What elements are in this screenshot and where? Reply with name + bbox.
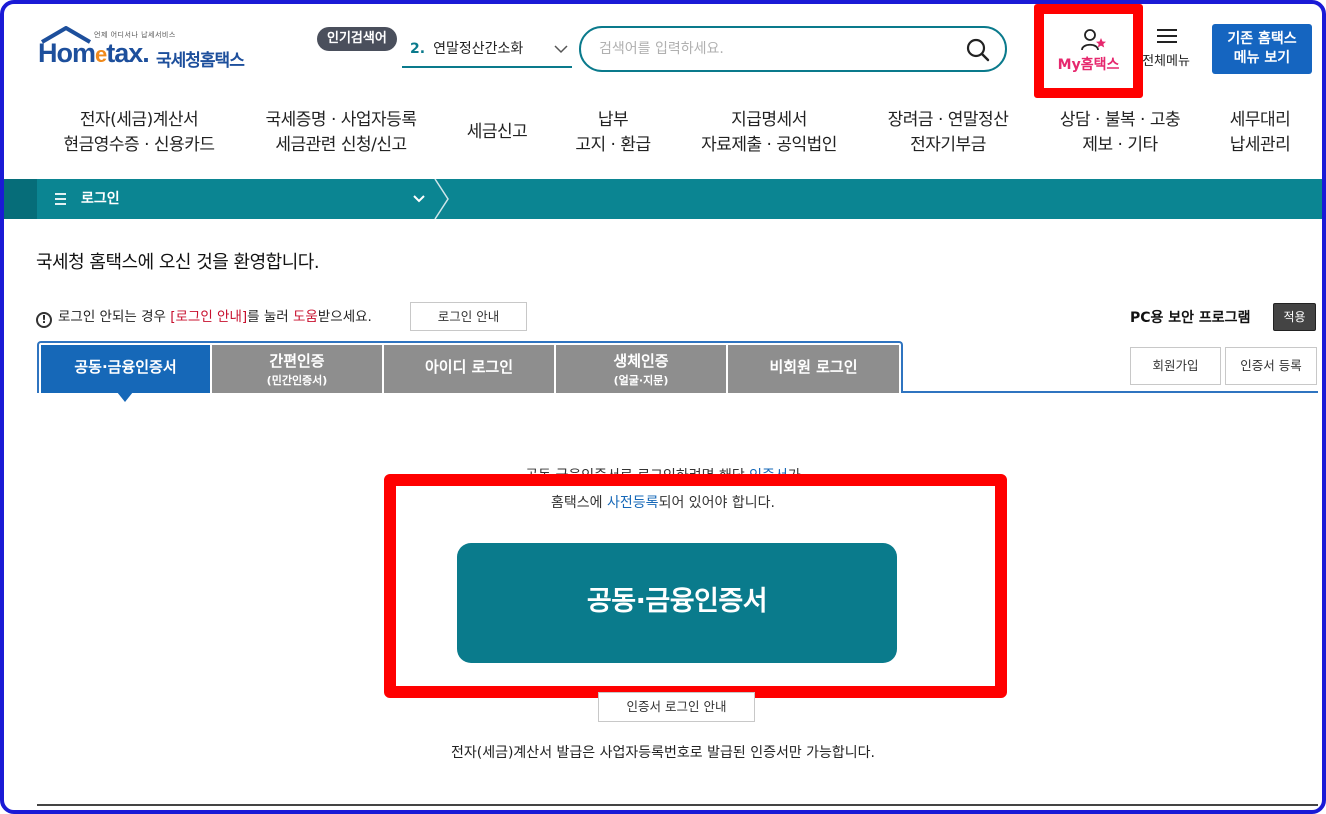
all-menu-button[interactable]: 전체메뉴	[1135, 28, 1197, 74]
tab-label: 아이디 로그인	[424, 358, 514, 376]
tab-biometric[interactable]: 생체인증 (얼굴·지문)	[556, 345, 726, 393]
nav-label: 세무대리	[1229, 110, 1291, 130]
nav-label: 자료제출 · 공익법인	[701, 135, 837, 155]
tab-simple-auth[interactable]: 간편인증 (민간인증서)	[212, 345, 382, 393]
old-menu-line1: 기존 홈택스	[1227, 31, 1297, 47]
my-hometax-label: My홈택스	[1057, 57, 1120, 73]
pc-security-label: PC용 보안 프로그램	[1130, 310, 1251, 326]
notice-text: 받으세요.	[317, 309, 372, 325]
nav-label: 장려금 · 연말정산	[887, 110, 1009, 130]
nav-consultation[interactable]: 상담 · 불복 · 고충 제보 · 기타	[1052, 108, 1188, 158]
tab-id-login[interactable]: 아이디 로그인	[384, 345, 554, 393]
search-icon[interactable]	[965, 37, 991, 63]
hometax-logo[interactable]: 언제 어디서나 납세서비스 Hometax. 국세청홈택스	[38, 24, 258, 74]
tab-guest-login[interactable]: 비회원 로그인	[728, 345, 899, 393]
tab-sublabel: (얼굴·지문)	[613, 374, 669, 387]
main-navigation: 전자(세금)계산서 현금영수증 · 신용카드 국세증명 · 사업자등록 세금관련…	[0, 108, 1326, 160]
notice-text: 로그인 안되는 경우	[58, 309, 171, 325]
hamburger-icon	[1157, 29, 1177, 43]
nav-payment-statements[interactable]: 지급명세서 자료제출 · 공익법인	[694, 108, 844, 158]
popular-term: 연말정산간소화	[433, 41, 524, 57]
nav-payment[interactable]: 납부 고지 · 환급	[568, 108, 658, 158]
tab-label: 간편인증	[269, 352, 325, 370]
tab-sublabel: (민간인증서)	[266, 374, 328, 387]
breadcrumb-dropdown[interactable]: 로그인	[41, 179, 437, 219]
all-menu-label: 전체메뉴	[1142, 54, 1190, 69]
chevron-down-icon	[554, 34, 568, 76]
bottom-divider	[37, 804, 1318, 806]
nav-label: 상담 · 불복 · 고충	[1059, 110, 1181, 130]
pre-registration-link[interactable]: 사전등록	[607, 495, 659, 511]
tab-label: 비회원 로그인	[769, 358, 858, 376]
nav-label: 현금영수증 · 신용카드	[63, 135, 215, 155]
nav-label: 세금신고	[466, 122, 528, 142]
notice-help-text: 도움	[293, 309, 318, 325]
search-input[interactable]	[599, 37, 949, 61]
popular-search-badge: 인기검색어	[317, 27, 397, 51]
old-menu-line2: 메뉴 보기	[1233, 50, 1291, 66]
search-box	[579, 26, 1007, 72]
cert-register-button[interactable]: 인증서 등록	[1225, 347, 1317, 385]
nav-tax-filing[interactable]: 세금신고	[460, 120, 534, 145]
nav-label: 납부	[597, 110, 629, 130]
logo-korean-name: 국세청홈택스	[156, 51, 245, 71]
nav-certificates[interactable]: 국세증명 · 사업자등록 세금관련 신청/신고	[262, 108, 420, 158]
notice-text: 를 눌러	[247, 309, 294, 325]
nav-label: 고지 · 환급	[575, 135, 651, 155]
list-icon	[55, 179, 67, 235]
login-notice: ! 로그인 안되는 경우 [로그인 안내]를 눌러 도움받으세요.	[36, 305, 372, 328]
welcome-heading: 국세청 홈택스에 오신 것을 환영합니다.	[36, 252, 320, 273]
breadcrumb-left-block	[4, 179, 37, 219]
nav-label: 세금관련 신청/신고	[275, 135, 407, 155]
active-tab-pointer	[117, 392, 133, 402]
breadcrumb-bar: 로그인	[4, 179, 1322, 219]
breadcrumb-separator-icon	[434, 179, 449, 219]
desc-text: 홈택스에	[551, 495, 608, 511]
nav-label: 납세관리	[1229, 135, 1291, 155]
tab-joint-financial-cert[interactable]: 공동·금융인증서	[41, 345, 210, 393]
tab-label: 생체인증	[613, 352, 669, 370]
tab-underline	[902, 391, 1318, 393]
nav-label: 전자(세금)계산서	[79, 110, 199, 130]
my-hometax-button[interactable]: My홈택스	[1034, 4, 1143, 98]
joint-financial-cert-login-button[interactable]: 공동·금융인증서	[457, 543, 897, 663]
nav-label: 국세증명 · 사업자등록	[265, 110, 417, 130]
old-menu-button[interactable]: 기존 홈택스 메뉴 보기	[1212, 24, 1312, 74]
join-button[interactable]: 회원가입	[1130, 347, 1221, 385]
user-star-icon	[1081, 28, 1109, 56]
tab-label: 공동·금융인증서	[74, 358, 177, 376]
nav-label: 제보 · 기타	[1082, 135, 1158, 155]
breadcrumb-label: 로그인	[81, 191, 120, 207]
nav-label: 전자기부금	[910, 135, 986, 155]
apply-button[interactable]: 적용	[1273, 303, 1316, 331]
nav-year-end-settlement[interactable]: 장려금 · 연말정산 전자기부금	[880, 108, 1016, 158]
nav-e-invoice[interactable]: 전자(세금)계산서 현금영수증 · 신용카드	[60, 108, 218, 158]
exclamation-icon: !	[36, 312, 52, 328]
pre-registration-text: 홈택스에 사전등록되어 있어야 합니다.	[0, 492, 1326, 512]
nav-tax-agent[interactable]: 세무대리 납세관리	[1224, 108, 1296, 158]
chevron-down-icon	[413, 179, 425, 235]
popular-search-dropdown[interactable]: 2. 연말정산간소화	[402, 34, 572, 68]
login-method-tabs: 공동·금융인증서 간편인증 (민간인증서) 아이디 로그인 생체인증 (얼굴·지…	[37, 341, 903, 393]
popular-rank: 2.	[410, 41, 426, 57]
e-invoice-footnote: 전자(세금)계산서 발급은 사업자등록번호로 발급된 인증서만 가능합니다.	[450, 745, 876, 761]
logo-wordmark: Hometax.	[38, 38, 150, 68]
desc-text: 되어 있어야 합니다.	[658, 495, 775, 511]
nav-label: 지급명세서	[731, 110, 807, 130]
notice-link[interactable]: [로그인 안내]	[170, 309, 247, 325]
cert-login-guide-button[interactable]: 인증서 로그인 안내	[598, 692, 755, 722]
login-guide-button[interactable]: 로그인 안내	[410, 302, 527, 331]
